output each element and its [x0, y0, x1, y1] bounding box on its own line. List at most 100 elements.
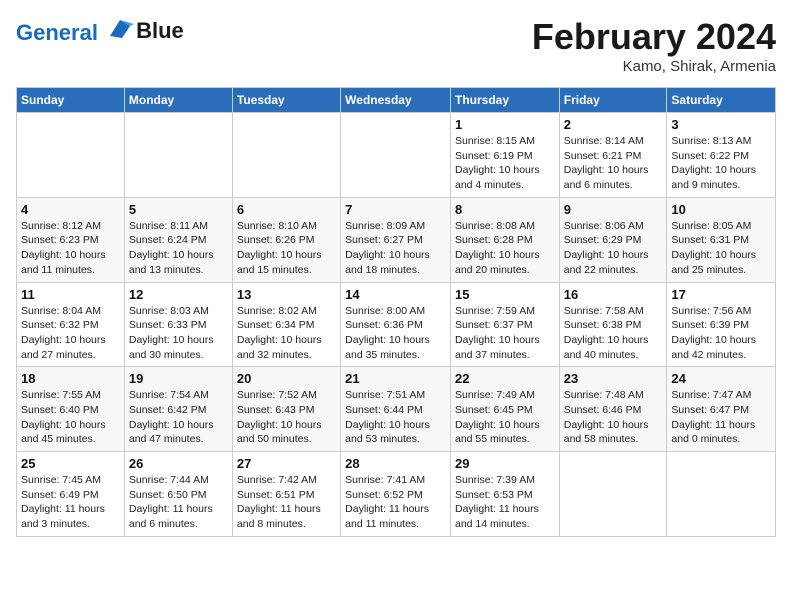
day-detail: Sunrise: 7:55 AMSunset: 6:40 PMDaylight:…	[21, 388, 120, 447]
day-number: 10	[671, 202, 771, 217]
calendar-cell: 11Sunrise: 8:04 AMSunset: 6:32 PMDayligh…	[17, 282, 125, 367]
day-number: 9	[564, 202, 663, 217]
calendar-cell: 12Sunrise: 8:03 AMSunset: 6:33 PMDayligh…	[124, 282, 232, 367]
calendar-week-2: 4 Sunrise: 8:12 AMSunset: 6:23 PMDaylight…	[17, 197, 776, 282]
day-detail: Sunrise: 8:10 AMSunset: 6:26 PMDaylight:…	[237, 219, 336, 278]
day-detail: Sunrise: 7:42 AMSunset: 6:51 PMDaylight:…	[237, 473, 336, 532]
calendar-cell: 18 Sunrise: 7:55 AMSunset: 6:40 PMDayligh…	[17, 367, 125, 452]
calendar-cell	[124, 113, 232, 198]
day-detail: Sunrise: 7:48 AMSunset: 6:46 PMDaylight:…	[564, 388, 663, 447]
day-header-saturday: Saturday	[667, 88, 776, 113]
calendar-cell	[341, 113, 451, 198]
day-detail: Sunrise: 7:47 AMSunset: 6:47 PMDaylight:…	[671, 388, 771, 447]
calendar-cell: 5 Sunrise: 8:11 AMSunset: 6:24 PMDaylight…	[124, 197, 232, 282]
day-number: 14	[345, 287, 446, 302]
day-number: 2	[564, 117, 663, 132]
calendar-title: February 2024	[532, 16, 776, 58]
day-detail: Sunrise: 8:02 AMSunset: 6:34 PMDaylight:…	[237, 304, 336, 363]
day-detail: Sunrise: 7:59 AMSunset: 6:37 PMDaylight:…	[455, 304, 555, 363]
day-header-monday: Monday	[124, 88, 232, 113]
calendar-cell: 1Sunrise: 8:15 AMSunset: 6:19 PMDaylight…	[450, 113, 559, 198]
day-detail: Sunrise: 7:49 AMSunset: 6:45 PMDaylight:…	[455, 388, 555, 447]
day-number: 21	[345, 371, 446, 386]
day-detail: Sunrise: 8:09 AMSunset: 6:27 PMDaylight:…	[345, 219, 446, 278]
day-number: 22	[455, 371, 555, 386]
day-number: 4	[21, 202, 120, 217]
day-header-sunday: Sunday	[17, 88, 125, 113]
calendar-cell: 28Sunrise: 7:41 AMSunset: 6:52 PMDayligh…	[341, 452, 451, 537]
calendar-cell	[232, 113, 340, 198]
day-detail: Sunrise: 7:52 AMSunset: 6:43 PMDaylight:…	[237, 388, 336, 447]
calendar-cell: 22 Sunrise: 7:49 AMSunset: 6:45 PMDayligh…	[450, 367, 559, 452]
calendar-cell: 7 Sunrise: 8:09 AMSunset: 6:27 PMDaylight…	[341, 197, 451, 282]
day-detail: Sunrise: 8:00 AMSunset: 6:36 PMDaylight:…	[345, 304, 446, 363]
day-number: 29	[455, 456, 555, 471]
calendar-week-5: 25 Sunrise: 7:45 AMSunset: 6:49 PMDayligh…	[17, 452, 776, 537]
day-detail: Sunrise: 8:08 AMSunset: 6:28 PMDaylight:…	[455, 219, 555, 278]
day-detail: Sunrise: 8:11 AMSunset: 6:24 PMDaylight:…	[129, 219, 228, 278]
logo-text: General	[16, 16, 134, 45]
day-number: 23	[564, 371, 663, 386]
day-number: 25	[21, 456, 120, 471]
calendar-cell: 6 Sunrise: 8:10 AMSunset: 6:26 PMDaylight…	[232, 197, 340, 282]
day-number: 27	[237, 456, 336, 471]
logo-line2: Blue	[136, 18, 184, 44]
calendar-cell: 4 Sunrise: 8:12 AMSunset: 6:23 PMDaylight…	[17, 197, 125, 282]
day-number: 26	[129, 456, 228, 471]
header: General Blue February 2024 Kamo, Shirak,…	[16, 16, 776, 75]
day-detail: Sunrise: 8:04 AMSunset: 6:32 PMDaylight:…	[21, 304, 120, 363]
day-number: 5	[129, 202, 228, 217]
calendar-cell: 24 Sunrise: 7:47 AMSunset: 6:47 PMDayligh…	[667, 367, 776, 452]
calendar-cell: 3Sunrise: 8:13 AMSunset: 6:22 PMDaylight…	[667, 113, 776, 198]
day-number: 17	[671, 287, 771, 302]
day-detail: Sunrise: 7:44 AMSunset: 6:50 PMDaylight:…	[129, 473, 228, 532]
day-number: 16	[564, 287, 663, 302]
calendar-cell: 10 Sunrise: 8:05 AMSunset: 6:31 PMDayligh…	[667, 197, 776, 282]
calendar-cell: 2 Sunrise: 8:14 AMSunset: 6:21 PMDaylight…	[559, 113, 667, 198]
calendar-cell: 23 Sunrise: 7:48 AMSunset: 6:46 PMDayligh…	[559, 367, 667, 452]
day-header-tuesday: Tuesday	[232, 88, 340, 113]
day-detail: Sunrise: 8:12 AMSunset: 6:23 PMDaylight:…	[21, 219, 120, 278]
day-number: 1	[455, 117, 555, 132]
calendar-cell	[667, 452, 776, 537]
calendar-table: SundayMondayTuesdayWednesdayThursdayFrid…	[16, 87, 776, 537]
calendar-cell	[559, 452, 667, 537]
day-number: 13	[237, 287, 336, 302]
day-number: 8	[455, 202, 555, 217]
calendar-cell: 17Sunrise: 7:56 AMSunset: 6:39 PMDayligh…	[667, 282, 776, 367]
day-number: 7	[345, 202, 446, 217]
day-detail: Sunrise: 8:05 AMSunset: 6:31 PMDaylight:…	[671, 219, 771, 278]
calendar-cell: 25 Sunrise: 7:45 AMSunset: 6:49 PMDayligh…	[17, 452, 125, 537]
day-detail: Sunrise: 7:39 AMSunset: 6:53 PMDaylight:…	[455, 473, 555, 532]
day-number: 18	[21, 371, 120, 386]
day-header-friday: Friday	[559, 88, 667, 113]
calendar-cell: 26 Sunrise: 7:44 AMSunset: 6:50 PMDayligh…	[124, 452, 232, 537]
day-detail: Sunrise: 7:41 AMSunset: 6:52 PMDaylight:…	[345, 473, 446, 532]
calendar-cell: 29 Sunrise: 7:39 AMSunset: 6:53 PMDayligh…	[450, 452, 559, 537]
day-detail: Sunrise: 7:45 AMSunset: 6:49 PMDaylight:…	[21, 473, 120, 532]
calendar-cell: 15 Sunrise: 7:59 AMSunset: 6:37 PMDayligh…	[450, 282, 559, 367]
day-detail: Sunrise: 7:58 AMSunset: 6:38 PMDaylight:…	[564, 304, 663, 363]
day-number: 6	[237, 202, 336, 217]
calendar-cell: 13 Sunrise: 8:02 AMSunset: 6:34 PMDayligh…	[232, 282, 340, 367]
day-detail: Sunrise: 8:13 AMSunset: 6:22 PMDaylight:…	[671, 134, 771, 193]
header-row: SundayMondayTuesdayWednesdayThursdayFrid…	[17, 88, 776, 113]
calendar-cell: 27 Sunrise: 7:42 AMSunset: 6:51 PMDayligh…	[232, 452, 340, 537]
calendar-cell: 14 Sunrise: 8:00 AMSunset: 6:36 PMDayligh…	[341, 282, 451, 367]
day-detail: Sunrise: 8:03 AMSunset: 6:33 PMDaylight:…	[129, 304, 228, 363]
day-detail: Sunrise: 8:14 AMSunset: 6:21 PMDaylight:…	[564, 134, 663, 193]
calendar-cell: 8 Sunrise: 8:08 AMSunset: 6:28 PMDaylight…	[450, 197, 559, 282]
calendar-week-3: 11Sunrise: 8:04 AMSunset: 6:32 PMDayligh…	[17, 282, 776, 367]
calendar-week-1: 1Sunrise: 8:15 AMSunset: 6:19 PMDaylight…	[17, 113, 776, 198]
calendar-cell: 16 Sunrise: 7:58 AMSunset: 6:38 PMDayligh…	[559, 282, 667, 367]
day-detail: Sunrise: 7:54 AMSunset: 6:42 PMDaylight:…	[129, 388, 228, 447]
logo: General Blue	[16, 16, 184, 45]
day-number: 20	[237, 371, 336, 386]
day-number: 24	[671, 371, 771, 386]
calendar-cell: 9 Sunrise: 8:06 AMSunset: 6:29 PMDaylight…	[559, 197, 667, 282]
day-number: 15	[455, 287, 555, 302]
calendar-week-4: 18 Sunrise: 7:55 AMSunset: 6:40 PMDayligh…	[17, 367, 776, 452]
day-header-wednesday: Wednesday	[341, 88, 451, 113]
calendar-cell: 21Sunrise: 7:51 AMSunset: 6:44 PMDayligh…	[341, 367, 451, 452]
day-detail: Sunrise: 8:06 AMSunset: 6:29 PMDaylight:…	[564, 219, 663, 278]
